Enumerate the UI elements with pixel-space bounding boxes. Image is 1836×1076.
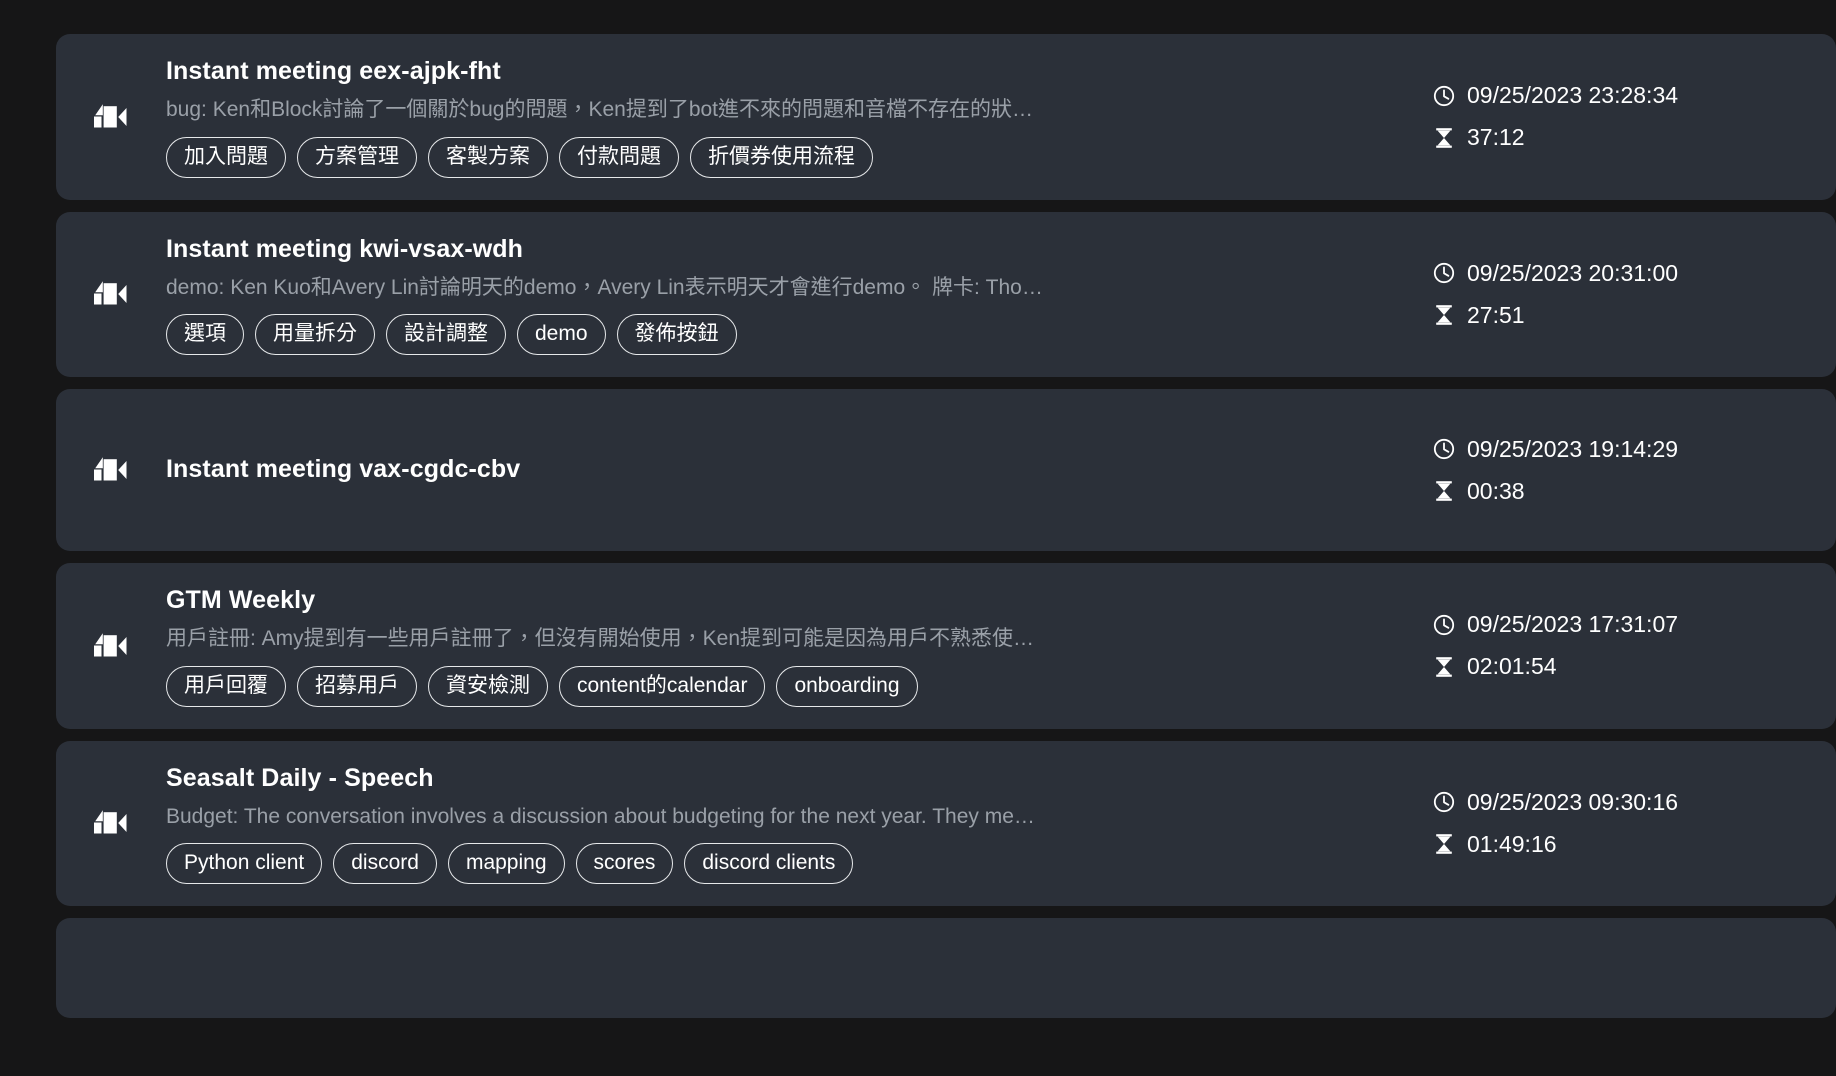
meeting-card[interactable]: Instant meeting eex-ajpk-fht bug: Ken和Blo… [56,34,1836,200]
meeting-duration: 01:49:16 [1467,830,1557,857]
meeting-tag[interactable]: 方案管理 [297,136,417,178]
video-camera-icon [92,808,130,838]
hourglass-icon [1432,126,1456,150]
meeting-duration-row: 02:01:54 [1432,655,1557,679]
meeting-tag[interactable]: 客製方案 [428,136,548,178]
meeting-tag[interactable]: discord [333,843,437,885]
clock-icon [1432,261,1456,285]
meeting-tag[interactable]: 資安檢測 [428,665,548,707]
meeting-timestamp-row: 09/25/2023 17:31:07 [1432,613,1678,637]
meeting-tag[interactable]: 用量拆分 [255,314,375,356]
meeting-card[interactable]: Instant meeting kwi-vsax-wdh demo: Ken Ku… [56,211,1836,378]
meeting-icon-column [56,631,166,661]
hourglass-icon [1432,479,1456,503]
meeting-title[interactable]: Seasalt Daily - Speech [166,763,1408,794]
hourglass-icon [1432,832,1456,856]
meeting-meta: 09/25/2023 19:14:29 00:38 [1432,437,1836,503]
meeting-card[interactable]: Instant meeting vax-cgdc-cbv 09/25/2023 1… [56,389,1836,552]
meeting-card[interactable]: GTM Weekly 用戶註冊: Amy提到有一些用戶註冊了，但沒有開始使用，Ke… [56,563,1836,729]
meeting-list: Instant meeting eex-ajpk-fht bug: Ken和Blo… [0,0,1836,1019]
video-camera-icon [92,455,130,485]
meeting-tag[interactable]: 付款問題 [559,136,679,178]
clock-icon [1432,437,1456,461]
meeting-tag[interactable]: onboarding [776,665,918,707]
meeting-duration-row: 00:38 [1432,479,1525,503]
meeting-timestamp: 09/25/2023 17:31:07 [1467,611,1679,638]
meeting-tag[interactable]: Python client [166,843,323,885]
clock-icon [1432,84,1456,108]
meeting-duration-row: 27:51 [1432,303,1525,327]
meeting-timestamp-row: 09/25/2023 09:30:16 [1432,790,1678,814]
meeting-duration: 02:01:54 [1467,653,1557,680]
meeting-meta: 09/25/2023 09:30:16 01:49:16 [1432,790,1836,856]
meeting-icon-column [56,808,166,838]
meeting-tag[interactable]: 發佈按鈕 [616,314,737,356]
meeting-card-content: Seasalt Daily - Speech Budget: The conver… [166,763,1432,885]
meeting-tag[interactable]: 設計調整 [386,314,506,356]
meeting-tag[interactable]: 招募用戶 [297,665,417,707]
meeting-title[interactable]: Instant meeting kwi-vsax-wdh [166,234,1408,265]
meeting-card-content: GTM Weekly 用戶註冊: Amy提到有一些用戶註冊了，但沒有開始使用，Ke… [166,585,1432,707]
meeting-title[interactable]: Instant meeting vax-cgdc-cbv [166,454,1408,485]
meeting-tag[interactable]: 折價券使用流程 [690,136,873,178]
meeting-timestamp: 09/25/2023 20:31:00 [1467,259,1679,286]
meeting-icon-column [56,455,166,485]
meeting-tag-list: 用戶回覆 招募用戶 資安檢測 content的calendar onboarding [166,665,1408,707]
meeting-tag-list: Python client discord mapping scores discord… [166,843,1408,885]
meeting-duration: 37:12 [1467,124,1525,151]
meeting-tag[interactable]: 加入問題 [166,136,286,178]
meeting-duration-row: 01:49:16 [1432,832,1557,856]
meeting-tag[interactable]: 選項 [166,314,244,356]
meeting-tag[interactable]: content的calendar [559,665,766,707]
meeting-tag[interactable]: demo [517,314,606,356]
meeting-tag[interactable]: mapping [447,843,565,885]
meeting-meta: 09/25/2023 23:28:34 37:12 [1432,84,1836,150]
meeting-summary: Budget: The conversation involves a disc… [166,804,1035,828]
meeting-summary: demo: Ken Kuo和Avery Lin討論明天的demo，Avery L… [166,275,1043,299]
meeting-meta: 09/25/2023 17:31:07 02:01:54 [1432,613,1836,679]
meeting-tag[interactable]: scores [575,843,674,885]
clock-icon [1432,613,1456,637]
meeting-icon-column [56,279,166,309]
meeting-meta: 09/25/2023 20:31:00 27:51 [1432,261,1836,327]
meeting-timestamp-row: 09/25/2023 23:28:34 [1432,84,1678,108]
meeting-duration-row: 37:12 [1432,126,1525,150]
meeting-title[interactable]: GTM Weekly [166,585,1408,616]
meeting-timestamp-row: 09/25/2023 19:14:29 [1432,437,1678,461]
meeting-tag[interactable]: discord clients [684,843,854,885]
meeting-tag[interactable]: 用戶回覆 [166,665,286,707]
meeting-timestamp: 09/25/2023 19:14:29 [1467,435,1679,462]
meeting-tag-list: 選項 用量拆分 設計調整 demo 發佈按鈕 [166,314,1408,356]
meeting-icon-column [56,102,166,132]
video-camera-icon [92,631,130,661]
video-camera-icon [92,279,130,309]
meeting-timestamp: 09/25/2023 09:30:16 [1467,788,1679,815]
meeting-title[interactable]: Instant meeting eex-ajpk-fht [166,56,1408,87]
meeting-summary: bug: Ken和Block討論了一個關於bug的問題，Ken提到了bot進不來… [166,98,1034,122]
meeting-timestamp-row: 09/25/2023 20:31:00 [1432,261,1678,285]
meeting-summary: 用戶註冊: Amy提到有一些用戶註冊了，但沒有開始使用，Ken提到可能是因為用戶… [166,627,1035,651]
meeting-card-content: Instant meeting vax-cgdc-cbv [166,454,1432,485]
meeting-duration: 00:38 [1467,477,1525,504]
video-camera-icon [92,102,130,132]
hourglass-icon [1432,655,1456,679]
meeting-card[interactable]: Seasalt Daily - Speech Budget: The conver… [56,740,1836,907]
meeting-card-content: Instant meeting eex-ajpk-fht bug: Ken和Blo… [166,56,1432,178]
meeting-timestamp: 09/25/2023 23:28:34 [1467,82,1679,109]
meeting-card[interactable] [56,918,1836,1019]
meeting-card-content: Instant meeting kwi-vsax-wdh demo: Ken Ku… [166,234,1432,356]
meeting-tag-list: 加入問題 方案管理 客製方案 付款問題 折價券使用流程 [166,136,1408,178]
clock-icon [1432,790,1456,814]
hourglass-icon [1432,303,1456,327]
meeting-duration: 27:51 [1467,301,1525,328]
meeting-list-page: Instant meeting eex-ajpk-fht bug: Ken和Blo… [0,0,1836,1076]
